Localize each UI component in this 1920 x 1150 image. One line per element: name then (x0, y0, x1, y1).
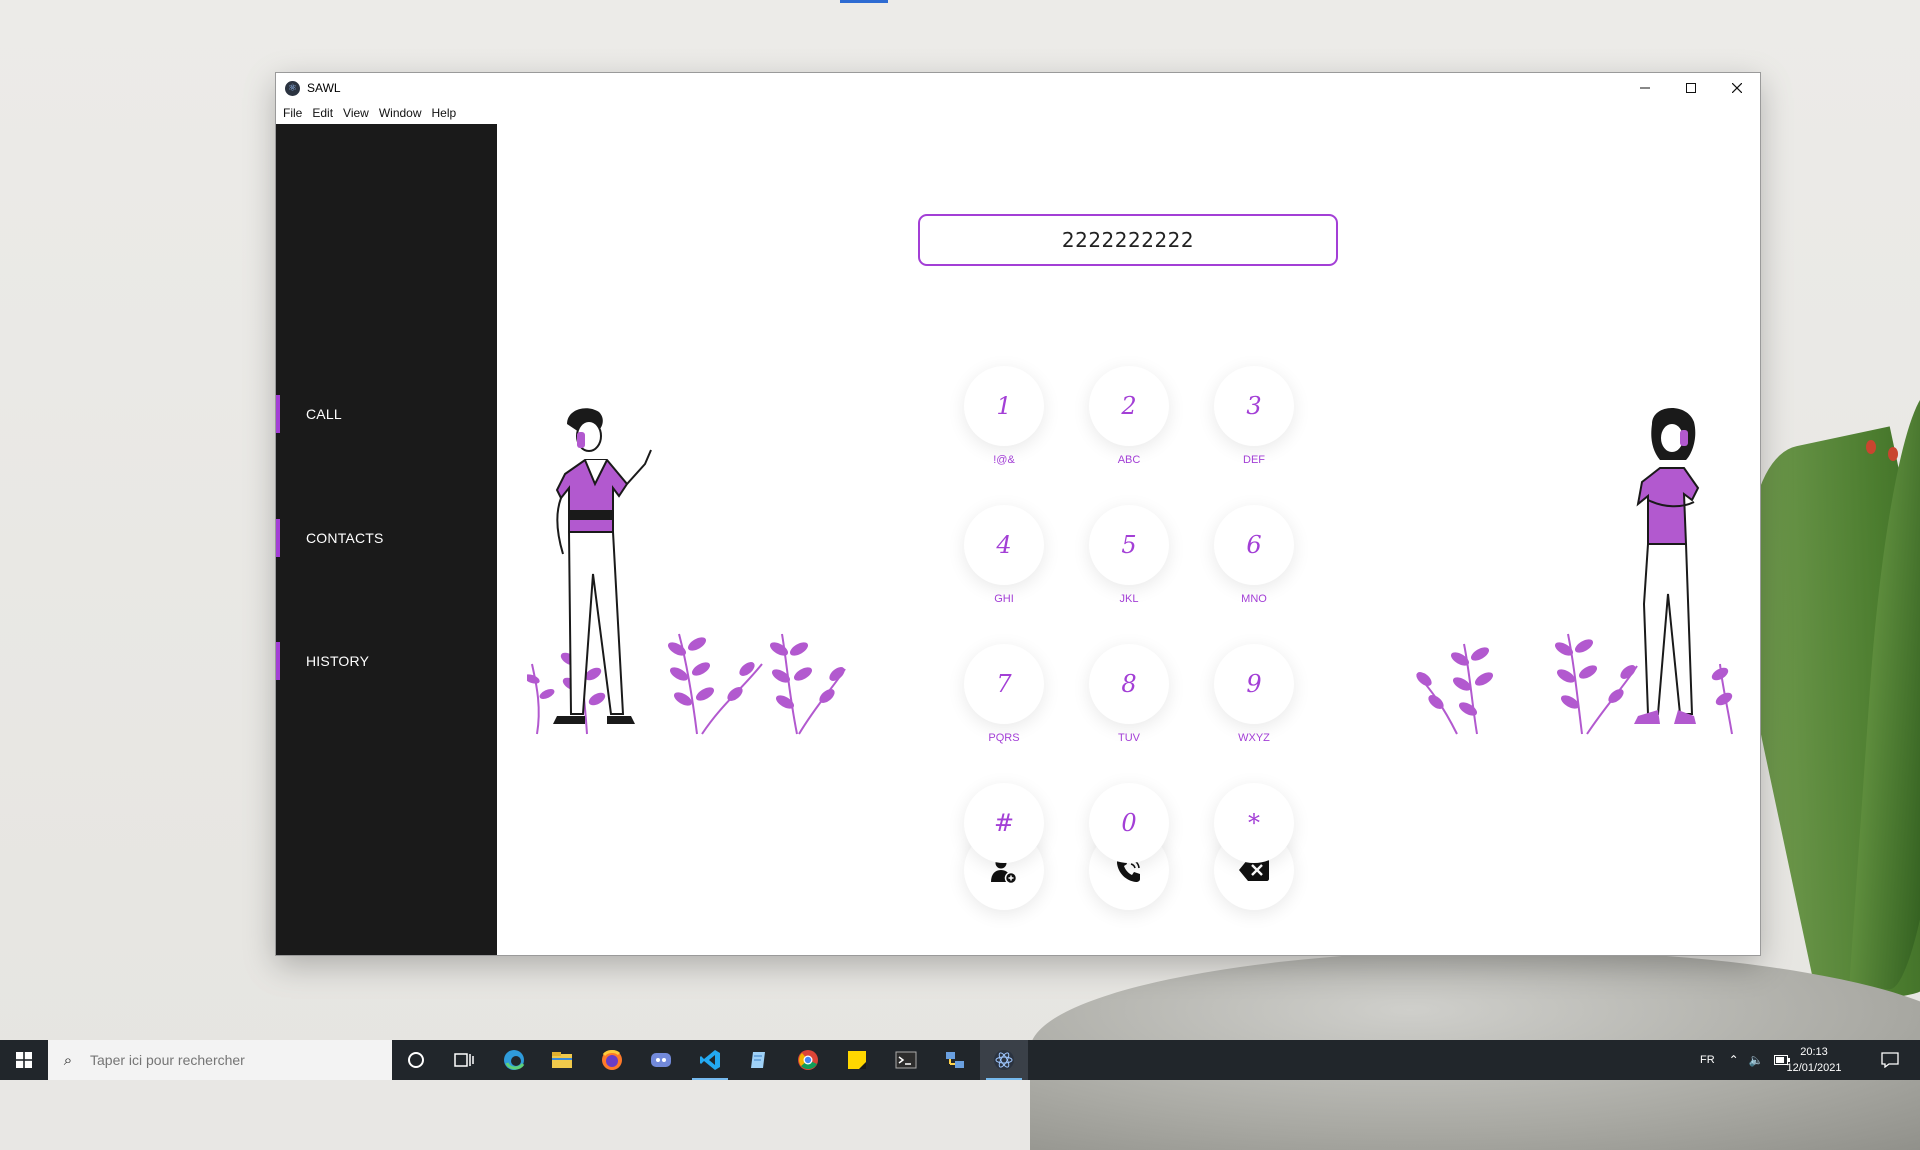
key-letters: WXYZ (1238, 732, 1270, 744)
menu-edit[interactable]: Edit (312, 106, 333, 120)
volume-icon[interactable]: 🔈 (1749, 1053, 1764, 1067)
discord-icon[interactable] (637, 1040, 685, 1080)
keypad-key-2[interactable]: 2 (1089, 366, 1169, 446)
sidebar-item-call[interactable]: CALL (276, 395, 497, 433)
chrome-icon[interactable] (784, 1040, 832, 1080)
window-title: SAWL (307, 81, 341, 95)
key-digit: 2 (1121, 392, 1137, 420)
sidebar-item-label: CALL (306, 406, 342, 422)
keypad-key-6[interactable]: 6 (1214, 505, 1294, 585)
keypad-key-1[interactable]: 1 (964, 366, 1044, 446)
cortana-icon[interactable] (392, 1040, 440, 1080)
start-button[interactable] (0, 1040, 48, 1080)
sidebar-item-label: CONTACTS (306, 530, 384, 546)
search-icon: ⌕ (63, 1051, 73, 1069)
taskbar: ⌕ FR ⌃ 🔈 (0, 1040, 1920, 1080)
wallpaper-plant-tip (1888, 447, 1898, 461)
window-controls (1622, 73, 1760, 103)
menu-view[interactable]: View (343, 106, 369, 120)
taskbar-clock[interactable]: 20:13 12/01/2021 (1784, 1044, 1844, 1076)
sidebar-item-label: HISTORY (306, 653, 370, 669)
key-digit: 0 (1121, 809, 1137, 837)
input-language[interactable]: FR (1700, 1054, 1715, 1066)
key-digit: 7 (996, 670, 1012, 698)
keypad-key-0[interactable]: 0 (1089, 783, 1169, 863)
key-digit: 3 (1246, 392, 1262, 420)
menu-window[interactable]: Window (379, 106, 422, 120)
close-button[interactable] (1714, 73, 1760, 103)
app-window: ⚛ SAWL File Edit View Window Help CALL C… (276, 73, 1760, 955)
taskbar-search-input[interactable] (88, 1051, 372, 1069)
clock-date: 12/01/2021 (1786, 1062, 1842, 1074)
file-explorer-icon[interactable] (538, 1040, 586, 1080)
vscode-icon[interactable] (686, 1040, 734, 1080)
key-digit: 6 (1246, 531, 1262, 559)
keypad-key-9[interactable]: 9 (1214, 644, 1294, 724)
key-letters: JKL (1119, 593, 1139, 605)
key-letters: GHI (994, 593, 1014, 605)
key-digit: * (1248, 809, 1260, 837)
man-on-phone-illustration (527, 408, 846, 735)
keypad-key-3[interactable]: 3 (1214, 366, 1294, 446)
key-letters: TUV (1118, 732, 1140, 744)
network-tool-icon[interactable] (931, 1040, 979, 1080)
menu-bar: File Edit View Window Help (276, 103, 466, 123)
dialer-panel: 1 !@& 2 ABC 3 DEF 4 GHI 5 JKL 6 MNO 7 PQRS 8 TUV 9 WXYZ #0… (497, 124, 1760, 955)
key-letters: MNO (1241, 593, 1267, 605)
phone-number-input[interactable] (918, 214, 1338, 266)
keypad-key-star[interactable]: * (1214, 783, 1294, 863)
nav-active-indicator (276, 395, 280, 433)
key-digit: # (993, 809, 1015, 837)
close-icon (1732, 83, 1742, 93)
key-letters: DEF (1243, 454, 1265, 466)
edge-browser-icon[interactable] (490, 1040, 538, 1080)
wallpaper-plant-tip (1866, 440, 1876, 454)
key-digit: 9 (1246, 670, 1262, 698)
sticky-notes-icon[interactable] (833, 1040, 881, 1080)
keypad-key-4[interactable]: 4 (964, 505, 1044, 585)
notepad-icon[interactable] (735, 1040, 783, 1080)
keypad-key-7[interactable]: 7 (964, 644, 1044, 724)
minimize-button[interactable] (1622, 73, 1668, 103)
clock-time: 20:13 (1800, 1046, 1828, 1058)
terminal-icon[interactable] (882, 1040, 930, 1080)
electron-app-icon: ⚛ (285, 80, 300, 96)
menu-help[interactable]: Help (432, 106, 457, 120)
keypad-key-hash[interactable]: # (964, 783, 1044, 863)
key-digit: 1 (996, 392, 1012, 420)
key-digit: 4 (996, 531, 1012, 559)
minimize-icon (1640, 87, 1650, 89)
sidebar: CALL CONTACTS HISTORY (276, 124, 497, 955)
key-letters: ABC (1117, 454, 1141, 466)
title-bar[interactable]: ⚛ SAWL (276, 73, 1760, 103)
sidebar-item-contacts[interactable]: CONTACTS (276, 519, 497, 557)
key-letters: !@& (993, 454, 1015, 466)
chevron-up-icon[interactable]: ⌃ (1729, 1053, 1739, 1067)
taskbar-search-box[interactable]: ⌕ (48, 1040, 392, 1080)
key-letters: PQRS (988, 732, 1020, 744)
nav-indicator (276, 642, 280, 680)
system-tray: FR ⌃ 🔈 (1700, 1040, 1790, 1080)
notification-center-icon[interactable] (1866, 1040, 1914, 1080)
key-digit: 8 (1121, 670, 1137, 698)
nav-indicator (276, 519, 280, 557)
menu-file[interactable]: File (283, 106, 302, 120)
woman-on-phone-illustration (1416, 407, 1733, 735)
maximize-button[interactable] (1668, 73, 1714, 103)
desktop-top-marker (840, 0, 888, 3)
task-view-icon[interactable] (440, 1040, 488, 1080)
keypad-key-8[interactable]: 8 (1089, 644, 1169, 724)
sidebar-item-history[interactable]: HISTORY (276, 642, 497, 680)
keypad-key-5[interactable]: 5 (1089, 505, 1169, 585)
key-digit: 5 (1121, 531, 1137, 559)
firefox-icon[interactable] (588, 1040, 636, 1080)
electron-app-taskbar-icon[interactable] (980, 1040, 1028, 1080)
maximize-icon (1686, 83, 1696, 93)
windows-logo-icon (16, 1052, 32, 1068)
